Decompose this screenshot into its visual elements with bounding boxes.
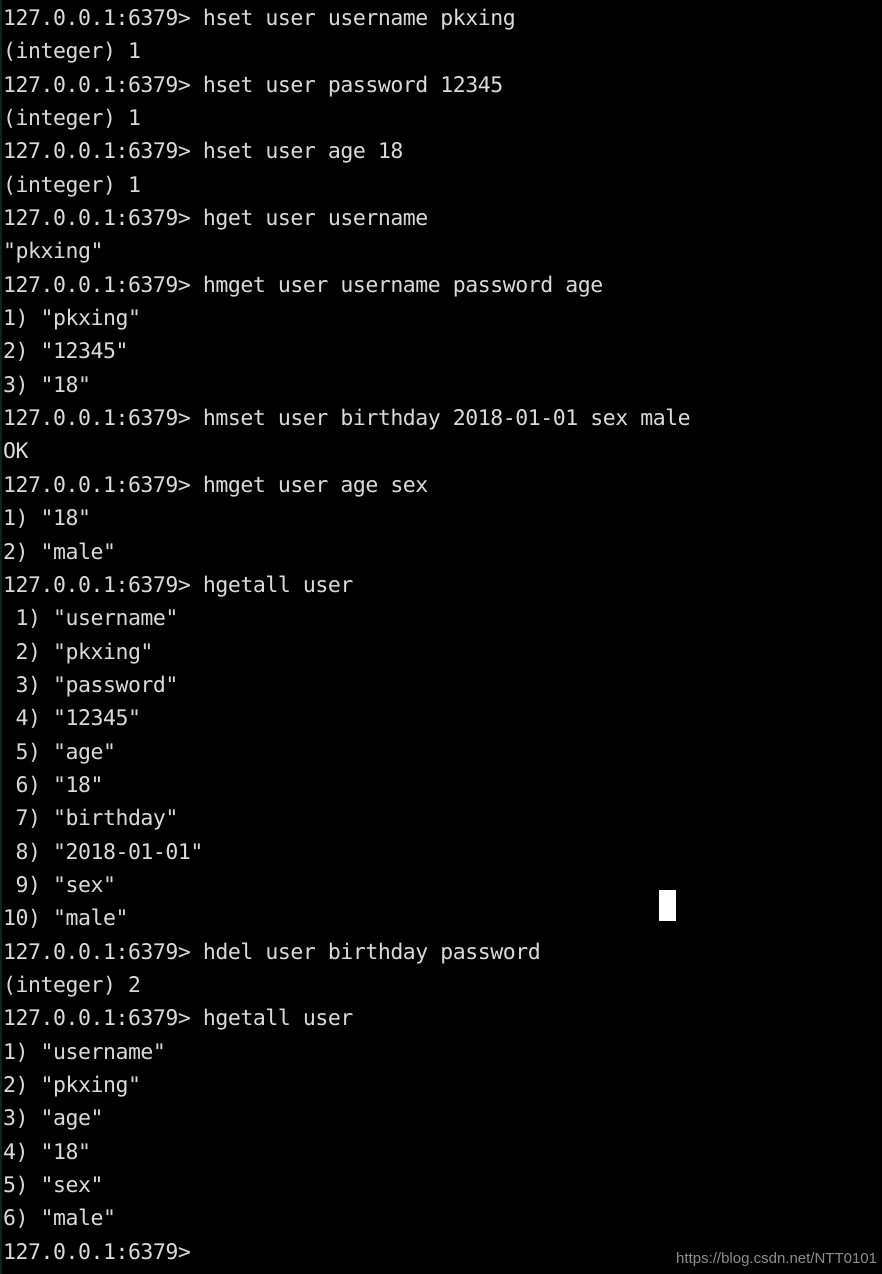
terminal-line: 1) "username" <box>3 606 178 632</box>
terminal-line: 1) "pkxing" <box>3 306 141 332</box>
terminal-line: 3) "18" <box>3 372 91 398</box>
terminal-line: 127.0.0.1:6379> hmget user age sex <box>3 472 428 498</box>
terminal-line: 127.0.0.1:6379> hmset user birthday 2018… <box>3 406 691 432</box>
terminal-output-area[interactable]: 127.0.0.1:6379> hset user username pkxin… <box>2 0 691 1269</box>
terminal-line: (integer) 2 <box>3 972 141 998</box>
terminal-line: 10) "male" <box>3 906 128 932</box>
terminal-line: 127.0.0.1:6379> hset user age 18 <box>3 139 403 165</box>
terminal-line: 2) "male" <box>3 539 116 565</box>
terminal-line: 4) "12345" <box>3 706 141 732</box>
terminal-line: (integer) 1 <box>3 106 141 132</box>
watermark-text: https://blog.csdn.net/NTT0101 <box>676 1250 877 1267</box>
terminal-line: 127.0.0.1:6379> hdel user birthday passw… <box>3 939 541 965</box>
terminal-line: 127.0.0.1:6379> hgetall user <box>3 1006 353 1032</box>
terminal-line: 6) "18" <box>3 772 103 798</box>
terminal-line: 127.0.0.1:6379> hgetall user <box>3 572 353 598</box>
terminal-line: 2) "12345" <box>3 339 128 365</box>
terminal-line: 4) "18" <box>3 1139 91 1165</box>
terminal-line: 1) "username" <box>3 1039 166 1065</box>
terminal-window[interactable]: 127.0.0.1:6379> hset user username pkxin… <box>0 0 882 1274</box>
terminal-cursor <box>659 890 676 921</box>
terminal-line: OK <box>3 439 28 465</box>
terminal-line: 127.0.0.1:6379> hset user password 12345 <box>3 72 503 98</box>
terminal-line: (integer) 1 <box>3 172 141 198</box>
terminal-line: "pkxing" <box>3 239 103 265</box>
terminal-line: 7) "birthday" <box>3 806 178 832</box>
terminal-line: 6) "male" <box>3 1206 116 1232</box>
terminal-line: 5) "age" <box>3 739 116 765</box>
terminal-line: 127.0.0.1:6379> hget user username <box>3 206 428 232</box>
terminal-line: 9) "sex" <box>3 872 116 898</box>
terminal-line: 127.0.0.1:6379> hset user username pkxin… <box>3 6 516 31</box>
terminal-line: 2) "pkxing" <box>3 1073 141 1098</box>
terminal-line: 5) "sex" <box>3 1173 103 1199</box>
terminal-line: (integer) 1 <box>3 39 141 65</box>
terminal-line: 127.0.0.1:6379> hmget user username pass… <box>3 272 603 298</box>
terminal-line: 3) "age" <box>3 1106 103 1132</box>
terminal-line: 2) "pkxing" <box>3 639 153 665</box>
terminal-line: 8) "2018-01-01" <box>3 839 203 865</box>
terminal-line: 1) "18" <box>3 506 91 532</box>
terminal-line: 127.0.0.1:6379> <box>3 1239 191 1265</box>
terminal-line: 3) "password" <box>3 672 178 698</box>
